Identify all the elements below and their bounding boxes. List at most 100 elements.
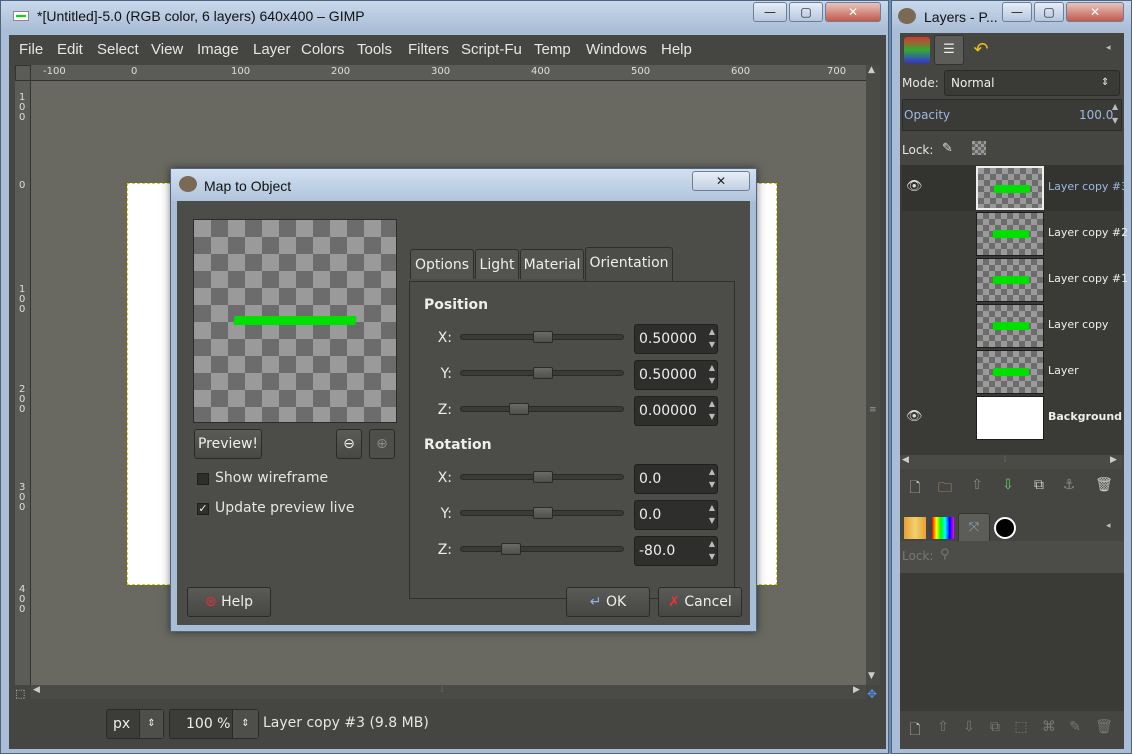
layer-row[interactable]: 👁 Layer copy #3 bbox=[902, 165, 1128, 211]
scroll-grip-h-icon[interactable]: ⦙ bbox=[441, 685, 443, 695]
slider-handle[interactable] bbox=[533, 507, 553, 519]
show-wireframe-label[interactable]: Show wireframe bbox=[215, 470, 328, 486]
scroll-grip-icon[interactable]: ≡ bbox=[869, 405, 877, 415]
layer-name[interactable]: Layer copy #2 bbox=[1048, 226, 1128, 239]
preview-canvas[interactable] bbox=[193, 219, 397, 423]
position-x-spinbutton[interactable]: 0.50000 ▲ ▼ bbox=[634, 324, 718, 354]
layers-tab-icon[interactable] bbox=[904, 37, 930, 63]
menu-temp[interactable]: Temp bbox=[534, 41, 571, 58]
window-titlebar[interactable]: *[Untitled]-5.0 (RGB color, 6 layers) 64… bbox=[1, 1, 888, 31]
lower-path-icon[interactable]: ⇩ bbox=[958, 719, 980, 735]
menu-tools[interactable]: Tools bbox=[357, 41, 392, 58]
new-path-icon[interactable]: 🗋 bbox=[904, 719, 926, 743]
tab-options[interactable]: Options bbox=[410, 249, 474, 279]
dialog-titlebar[interactable]: Map to Object ✕ bbox=[171, 169, 756, 201]
zoom-in-icon[interactable]: ⊕ bbox=[369, 429, 395, 459]
zoom-out-icon[interactable]: ⊖ bbox=[336, 429, 362, 459]
position-z-spinbutton[interactable]: 0.00000 ▲ ▼ bbox=[634, 396, 718, 426]
update-preview-live-label[interactable]: Update preview live bbox=[215, 500, 354, 516]
preview-button[interactable]: Preview! bbox=[194, 429, 262, 459]
vertical-scrollbar[interactable]: ▲ ≡ ▼ bbox=[866, 65, 880, 685]
unit-dropdown-icon[interactable]: ⇕ bbox=[139, 710, 163, 738]
path-to-selection-icon[interactable]: ⬚ bbox=[1010, 719, 1032, 735]
spin-arrows-icon[interactable]: ▲ ▼ bbox=[707, 501, 717, 529]
menu-select[interactable]: Select bbox=[97, 41, 139, 58]
scroll-left-icon[interactable]: ◀ bbox=[902, 455, 909, 465]
duplicate-layer-icon[interactable]: ⧉ bbox=[1028, 477, 1050, 493]
raise-layer-icon[interactable]: ⇧ bbox=[966, 477, 988, 493]
position-y-spinbutton[interactable]: 0.50000 ▲ ▼ bbox=[634, 360, 718, 390]
scroll-left-icon[interactable]: ◀ bbox=[33, 685, 40, 695]
navigate-icon[interactable]: ✥ bbox=[867, 687, 877, 701]
show-wireframe-checkbox[interactable] bbox=[197, 473, 209, 485]
menu-help[interactable]: Help bbox=[661, 41, 692, 58]
layer-name[interactable]: Background bbox=[1048, 410, 1122, 423]
slider-handle[interactable] bbox=[533, 471, 553, 483]
tab-material[interactable]: Material bbox=[520, 249, 584, 279]
rotation-y-slider[interactable] bbox=[460, 507, 624, 519]
zoom-selector[interactable]: 100 % ⇕ bbox=[169, 709, 259, 739]
minimize-button[interactable]: — bbox=[753, 2, 787, 22]
spin-arrows-icon[interactable]: ▲ ▼ bbox=[707, 537, 717, 565]
scroll-grip-icon[interactable]: ⦙ bbox=[1004, 455, 1006, 465]
opacity-spin-icon[interactable]: ▲ ▼ bbox=[1112, 100, 1122, 130]
slider-handle[interactable] bbox=[533, 367, 553, 379]
duplicate-path-icon[interactable]: ⧉ bbox=[984, 719, 1006, 735]
rotation-x-spinbutton[interactable]: 0.0 ▲ ▼ bbox=[634, 464, 718, 494]
dialog-close-button[interactable]: ✕ bbox=[692, 171, 750, 191]
ruler-corner-icon[interactable] bbox=[15, 65, 31, 81]
layer-row[interactable]: Layer bbox=[902, 349, 1122, 395]
undo-history-tab-icon[interactable]: ↶ bbox=[968, 37, 994, 63]
layer-row[interactable]: Layer copy #1 bbox=[902, 257, 1128, 303]
help-button[interactable]: ⊛ Help bbox=[187, 587, 271, 617]
new-layer-group-icon[interactable]: 🗀 bbox=[934, 477, 956, 501]
lock-alpha-icon[interactable] bbox=[972, 141, 986, 155]
menu-edit[interactable]: Edit bbox=[57, 41, 83, 58]
unit-selector[interactable]: px ⇕ bbox=[106, 709, 164, 739]
scroll-down-icon[interactable]: ▼ bbox=[868, 671, 875, 681]
horizontal-scrollbar[interactable]: ◀ ⦙ ▶ bbox=[31, 685, 866, 699]
rotation-y-spinbutton[interactable]: 0.0 ▲ ▼ bbox=[634, 500, 718, 530]
tab-light[interactable]: Light bbox=[475, 249, 519, 279]
opacity-slider[interactable]: Opacity 100.0 ▲ ▼ bbox=[902, 99, 1122, 131]
position-x-slider[interactable] bbox=[460, 331, 624, 343]
selection-to-path-icon[interactable]: ⌘ bbox=[1038, 719, 1060, 735]
rotation-x-slider[interactable] bbox=[460, 471, 624, 483]
zoom-dropdown-icon[interactable]: ⇕ bbox=[232, 710, 258, 738]
layers-maximize-button[interactable]: ▢ bbox=[1034, 2, 1064, 22]
layer-name[interactable]: Layer bbox=[1048, 364, 1079, 377]
horizontal-ruler[interactable]: -100 0 100 200 300 400 500 600 700 bbox=[31, 65, 872, 81]
slider-handle[interactable] bbox=[533, 331, 553, 343]
menu-filters[interactable]: Filters bbox=[408, 41, 449, 58]
tab-orientation[interactable]: Orientation bbox=[585, 247, 673, 281]
cancel-button[interactable]: ✗ Cancel bbox=[658, 587, 742, 617]
layers-titlebar[interactable]: Layers - P... — ▢ ✕ bbox=[892, 1, 1131, 31]
close-button[interactable]: ✕ bbox=[825, 2, 881, 22]
scroll-right-icon[interactable]: ▶ bbox=[853, 685, 860, 695]
position-y-slider[interactable] bbox=[460, 367, 624, 379]
paths-tab-icon[interactable]: ⤧ bbox=[958, 513, 990, 543]
tab-menu-icon[interactable]: ◂ bbox=[1106, 43, 1111, 53]
rotation-z-slider[interactable] bbox=[460, 543, 624, 555]
tab-menu-icon-2[interactable]: ◂ bbox=[1106, 521, 1111, 531]
layer-row[interactable]: Layer copy bbox=[902, 303, 1122, 349]
layers-close-button[interactable]: ✕ bbox=[1066, 2, 1124, 22]
lower-layer-icon[interactable]: ⇩ bbox=[997, 477, 1019, 493]
spin-arrows-icon[interactable]: ▲ ▼ bbox=[707, 325, 717, 353]
stroke-path-icon[interactable]: ✎ bbox=[1064, 719, 1086, 735]
delete-path-icon[interactable]: 🗑 bbox=[1093, 719, 1115, 735]
layer-list-hscrollbar[interactable]: ◀ ⦙ ▶ bbox=[900, 455, 1122, 469]
menu-scriptfu[interactable]: Script-Fu bbox=[461, 41, 522, 58]
ok-button[interactable]: ↵ OK bbox=[566, 587, 650, 617]
layer-row[interactable]: Layer copy #2 bbox=[902, 211, 1128, 257]
menu-colors[interactable]: Colors bbox=[301, 41, 344, 58]
menu-file[interactable]: File bbox=[19, 41, 43, 58]
menu-image[interactable]: Image bbox=[197, 41, 239, 58]
mode-dropdown[interactable]: Normal ⇕ bbox=[944, 70, 1120, 96]
menu-layer[interactable]: Layer bbox=[253, 41, 291, 58]
brushes-tab-icon[interactable] bbox=[994, 517, 1016, 539]
spin-arrows-icon[interactable]: ▲ ▼ bbox=[707, 465, 717, 493]
layer-name[interactable]: Layer copy bbox=[1048, 318, 1108, 331]
channels-tab-icon[interactable]: ☰ bbox=[934, 35, 964, 65]
layer-list[interactable]: 👁 Layer copy #3 Layer copy #2 Layer copy #1… bbox=[900, 165, 1128, 455]
